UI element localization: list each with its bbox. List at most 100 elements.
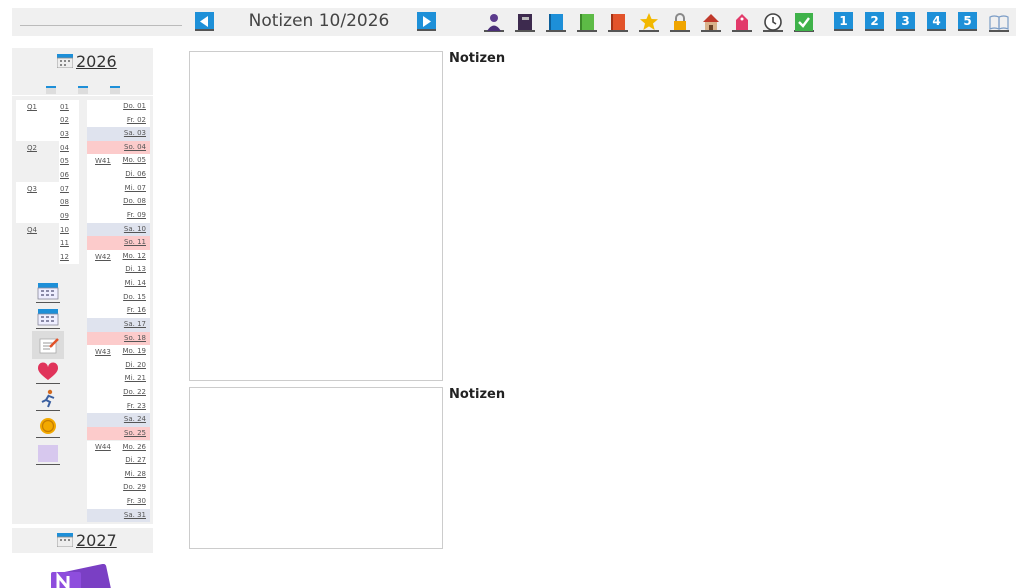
page-3-button[interactable]: 3 [896,12,915,31]
clock-icon[interactable] [763,12,783,32]
month-link[interactable]: 07 [60,185,69,193]
day-link[interactable]: Fr. 16 [127,306,146,315]
day-link[interactable]: So. 25 [124,429,146,438]
person-icon[interactable] [484,12,504,32]
day-link[interactable]: Di. 27 [125,456,146,465]
month-link[interactable]: 02 [60,116,69,124]
day-row: Mi. 21 [87,372,150,386]
onenote-logo[interactable] [47,564,117,588]
month-link[interactable]: 05 [60,157,69,165]
day-link[interactable]: Di. 20 [125,361,146,370]
notes-button[interactable] [32,331,64,359]
month-link[interactable]: 04 [60,144,69,152]
day-row: Mi. 07 [87,181,150,196]
address-book-icon[interactable] [515,12,535,32]
runner-icon[interactable] [36,389,60,411]
day-link[interactable]: Sa. 31 [124,511,146,520]
day-link[interactable]: Mi. 28 [125,470,146,479]
page-2-button[interactable]: 2 [865,12,884,31]
purple-page-icon[interactable] [36,443,60,465]
day-row: Do. 01 [87,100,150,114]
red-book-icon[interactable] [608,12,628,32]
month-link[interactable]: 01 [60,103,69,111]
calendar-icon[interactable] [78,79,88,94]
month-link[interactable]: 06 [60,171,69,179]
day-link[interactable]: Fr. 02 [127,116,146,125]
green-book-icon[interactable] [577,12,597,32]
month-link[interactable]: 11 [60,239,69,247]
quarter-block [16,182,79,223]
page-1-button[interactable]: 1 [834,12,853,31]
day-link[interactable]: Do. 01 [123,102,146,111]
calendar-icon[interactable] [36,307,60,329]
day-link[interactable]: Di. 13 [125,265,146,274]
quarter-link[interactable]: Q3 [27,185,37,193]
day-link[interactable]: Sa. 10 [124,225,146,234]
coin-icon[interactable] [36,416,60,438]
day-row: Di. 20 [87,358,150,373]
day-link[interactable]: Do. 08 [123,197,146,206]
day-row: Fr. 09 [87,208,150,223]
day-row: Sa. 31 [87,508,150,523]
page-4-button[interactable]: 4 [927,12,946,31]
day-row: Fr. 30 [87,494,150,509]
lock-icon[interactable] [670,12,690,32]
day-link[interactable]: Di. 06 [125,170,146,179]
open-book-icon[interactable] [989,12,1009,32]
month-link[interactable]: 09 [60,212,69,220]
calendar-icon [56,53,74,69]
month-link[interactable]: 08 [60,198,69,206]
month-link[interactable]: 12 [60,253,69,261]
day-link[interactable]: Mi. 21 [125,374,146,383]
quarter-link[interactable]: Q1 [27,103,37,111]
week-link[interactable]: W41 [95,157,111,165]
day-link[interactable]: So. 18 [124,334,146,343]
top-toolbar: Notizen 10/2026 1 2 3 4 5 [12,8,1016,36]
month-link[interactable]: 10 [60,226,69,234]
quarter-link[interactable]: Q2 [27,144,37,152]
checkbox-icon[interactable] [794,12,814,32]
day-link[interactable]: Mo. 26 [122,443,146,452]
house-icon[interactable] [701,12,721,32]
day-link[interactable]: Mo. 12 [122,252,146,261]
quarter-link[interactable]: Q4 [27,226,37,234]
day-row: Mi. 14 [87,277,150,291]
day-link[interactable]: Fr. 09 [127,211,146,220]
blue-book-icon[interactable] [546,12,566,32]
next-year-link[interactable]: 2027 [56,531,117,550]
week-link[interactable]: W43 [95,348,111,356]
calendar-icon[interactable] [46,79,56,94]
day-link[interactable]: Mi. 07 [125,184,146,193]
page-5-button[interactable]: 5 [958,12,977,31]
calendar-icon[interactable] [36,281,60,303]
day-link[interactable]: Do. 15 [123,293,146,302]
day-link[interactable]: So. 04 [124,143,146,152]
day-link[interactable]: Sa. 24 [124,415,146,424]
day-link[interactable]: Sa. 17 [124,320,146,329]
notes-textarea[interactable] [189,387,443,549]
day-link[interactable]: Mo. 19 [122,347,146,356]
day-link[interactable]: Mo. 05 [122,156,146,165]
next-month-button[interactable] [417,12,436,31]
notes-textarea[interactable] [189,51,443,381]
day-link[interactable]: So. 11 [124,238,146,247]
calendar-icon[interactable] [110,79,120,94]
previous-month-button[interactable] [195,12,214,31]
day-link[interactable]: Fr. 23 [127,402,146,411]
day-link[interactable]: Fr. 30 [127,497,146,506]
month-link[interactable]: 03 [60,130,69,138]
year-link[interactable]: 2026 [56,52,117,71]
day-link[interactable]: Do. 22 [123,388,146,397]
day-link[interactable]: Sa. 03 [124,129,146,138]
day-row: Sa. 17 [87,317,150,332]
day-link[interactable]: Mi. 14 [125,279,146,288]
next-year-header: 2027 [12,528,153,553]
day-row: So. 25 [87,426,150,441]
star-icon[interactable] [639,12,659,32]
week-link[interactable]: W44 [95,443,111,451]
heart-icon[interactable] [36,362,60,384]
day-link[interactable]: Do. 29 [123,483,146,492]
triangle-left-icon [200,16,208,27]
tag-icon[interactable] [732,12,752,32]
week-link[interactable]: W42 [95,253,111,261]
